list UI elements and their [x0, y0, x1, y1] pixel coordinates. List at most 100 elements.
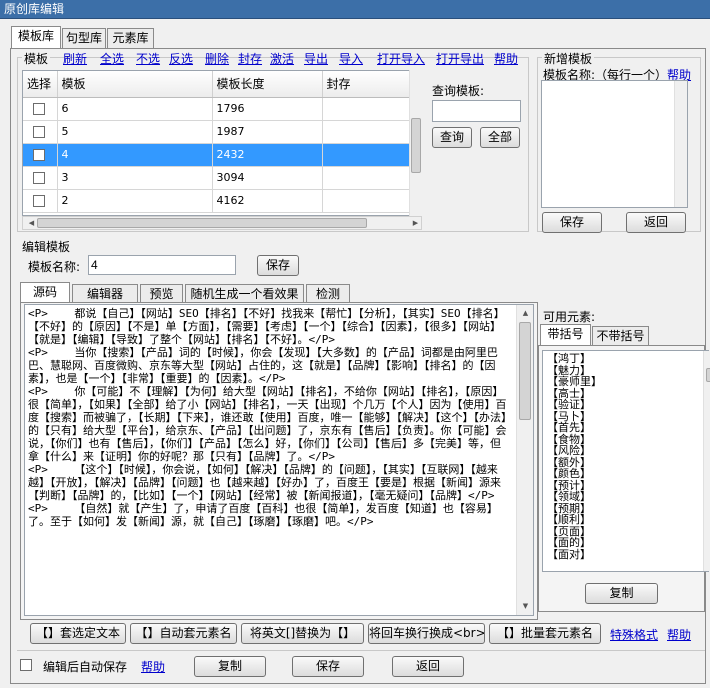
batch-wrap-element-button[interactable]: 【】批量套元素名 — [489, 623, 601, 644]
source-editor[interactable]: <P> 都说【自己】【网站】SEO【排名】【不好】找我来【帮忙】【分析】，【其实… — [24, 304, 534, 616]
row-sealed-cell — [322, 166, 409, 190]
available-elements-label: 可用元素: — [543, 310, 596, 324]
tab-sentence-library[interactable]: 句型库 — [62, 28, 106, 49]
grid-hscroll-thumb[interactable] — [37, 218, 367, 228]
elements-list[interactable]: 【鸿丁】 【魅力】 【豪师里】 【高士】 【验证】 【马卜】 【首先】 【食物】 【风险】 【额外… — [542, 350, 709, 572]
tab-without-brackets[interactable]: 不带括号 — [592, 326, 649, 346]
table-row[interactable]: 6 1796 — [23, 97, 409, 121]
export-link[interactable]: 导出 — [304, 50, 328, 67]
elements-scrollbar[interactable] — [703, 351, 710, 571]
tab-template-library[interactable]: 模板库 — [11, 26, 61, 49]
column-header-select[interactable]: 选择 — [23, 71, 58, 98]
activate-link[interactable]: 激活 — [270, 50, 294, 67]
table-row[interactable]: 4 2432 — [23, 143, 409, 167]
element-list-item[interactable]: 【顺利】 — [547, 514, 704, 526]
element-list-item[interactable]: 【首先】 — [547, 422, 704, 434]
replace-brackets-button[interactable]: 将英文[]替换为【】 — [241, 623, 364, 644]
invert-selection-link[interactable]: 反选 — [169, 50, 193, 67]
query-template-input[interactable] — [432, 100, 521, 122]
row-select-cell[interactable] — [23, 97, 58, 121]
refresh-link[interactable]: 刷新 — [63, 50, 87, 67]
tab-with-brackets[interactable]: 带括号 — [540, 324, 591, 346]
row-select-cell[interactable] — [23, 143, 58, 167]
row-checkbox[interactable] — [33, 172, 45, 184]
row-sealed-cell — [322, 189, 409, 213]
row-sealed-cell — [322, 97, 409, 121]
element-list-item[interactable]: 【领域】 — [547, 491, 704, 503]
source-scroll-thumb[interactable] — [519, 322, 531, 420]
column-header-sealed[interactable]: 封存 — [322, 71, 409, 98]
new-template-scrollbar[interactable] — [674, 81, 687, 207]
scroll-right-icon[interactable]: ▶ — [407, 215, 424, 232]
show-all-button[interactable]: 全部 — [480, 127, 520, 148]
row-select-cell[interactable] — [23, 189, 58, 213]
element-list-item[interactable]: 【颜色】 — [547, 468, 704, 480]
tab-editor[interactable]: 编辑器 — [72, 284, 138, 303]
row-checkbox[interactable] — [33, 149, 45, 161]
elements-scroll-thumb[interactable] — [706, 368, 710, 382]
edit-template-label: 编辑模板 — [22, 240, 71, 254]
query-button[interactable]: 查询 — [432, 127, 472, 148]
row-length-cell: 1987 — [212, 120, 323, 144]
new-template-save-button[interactable]: 保存 — [542, 212, 602, 233]
element-list-item[interactable]: 【验证】 — [547, 399, 704, 411]
import-link[interactable]: 导入 — [339, 50, 363, 67]
template-grid: 选择 模板 模板长度 封存 6 1796 5 1987 4 2432 3 3094 2 4162 — [22, 70, 410, 216]
grid-horizontal-scrollbar[interactable]: ◀ ▶ — [22, 216, 422, 230]
template-name-input[interactable] — [88, 255, 236, 275]
select-none-link[interactable]: 不选 — [136, 50, 160, 67]
scroll-up-icon[interactable]: ▲ — [517, 305, 534, 322]
grid-vertical-scrollbar[interactable] — [409, 70, 422, 216]
select-all-link[interactable]: 全选 — [100, 50, 124, 67]
scroll-down-icon[interactable]: ▼ — [517, 598, 534, 615]
replace-newline-br-button[interactable]: 将回车换行换成<br> — [368, 623, 485, 644]
source-scrollbar[interactable]: ▲ ▼ — [516, 305, 533, 615]
grid-scroll-thumb[interactable] — [411, 118, 421, 173]
delete-link[interactable]: 删除 — [205, 50, 229, 67]
open-export-link[interactable]: 打开导出 — [436, 50, 484, 67]
footer-save-button[interactable]: 保存 — [292, 656, 364, 677]
special-format-link[interactable]: 特殊格式 — [610, 626, 658, 643]
table-row[interactable]: 2 4162 — [23, 189, 409, 213]
table-row[interactable]: 3 3094 — [23, 166, 409, 190]
tab-check[interactable]: 检测 — [306, 284, 350, 303]
footer-back-button[interactable]: 返回 — [392, 656, 464, 677]
tab-preview[interactable]: 预览 — [140, 284, 183, 303]
tab-element-library[interactable]: 元素库 — [107, 28, 154, 49]
tab-random-generate[interactable]: 随机生成一个看效果 — [185, 284, 304, 303]
auto-save-checkbox[interactable] — [20, 659, 32, 671]
row-select-cell[interactable] — [23, 166, 58, 190]
help-link-2[interactable]: 帮助 — [667, 626, 691, 643]
auto-wrap-element-name-button[interactable]: 【】自动套元素名 — [130, 623, 237, 644]
element-list-item[interactable]: 【鸿丁】 — [547, 353, 704, 365]
table-row[interactable]: 5 1987 — [23, 120, 409, 144]
row-length-cell: 2432 — [212, 143, 323, 167]
help-link[interactable]: 帮助 — [494, 50, 518, 67]
element-list-item[interactable]: 【面的】 — [547, 537, 704, 549]
column-header-template[interactable]: 模板 — [57, 71, 213, 98]
auto-save-label: 编辑后自动保存 — [43, 660, 128, 674]
new-template-names-textarea[interactable] — [541, 80, 688, 208]
row-select-cell[interactable] — [23, 120, 58, 144]
column-header-length[interactable]: 模板长度 — [212, 71, 323, 98]
row-checkbox[interactable] — [33, 126, 45, 138]
new-template-back-button[interactable]: 返回 — [626, 212, 686, 233]
tab-source[interactable]: 源码 — [20, 282, 70, 303]
row-checkbox[interactable] — [33, 195, 45, 207]
template-name-label: 模板名称: — [28, 260, 81, 274]
seal-link[interactable]: 封存 — [238, 50, 262, 67]
template-name-save-button[interactable]: 保存 — [257, 255, 299, 276]
row-sealed-cell — [322, 120, 409, 144]
copy-element-button[interactable]: 复制 — [585, 583, 658, 604]
row-checkbox[interactable] — [33, 103, 45, 115]
scroll-left-icon[interactable]: ◀ — [23, 215, 40, 232]
element-list-item[interactable]: 【风险】 — [547, 445, 704, 457]
query-template-label: 查询模板: — [432, 84, 485, 98]
element-list-item[interactable]: 【豪师里】 — [547, 376, 704, 388]
footer-copy-button[interactable]: 复制 — [194, 656, 266, 677]
wrap-selected-text-button[interactable]: 【】套选定文本 — [30, 623, 126, 644]
footer-help-link[interactable]: 帮助 — [141, 658, 165, 675]
row-length-cell: 1796 — [212, 97, 323, 121]
open-import-link[interactable]: 打开导入 — [377, 50, 425, 67]
element-list-item[interactable]: 【面对】 — [547, 548, 704, 561]
